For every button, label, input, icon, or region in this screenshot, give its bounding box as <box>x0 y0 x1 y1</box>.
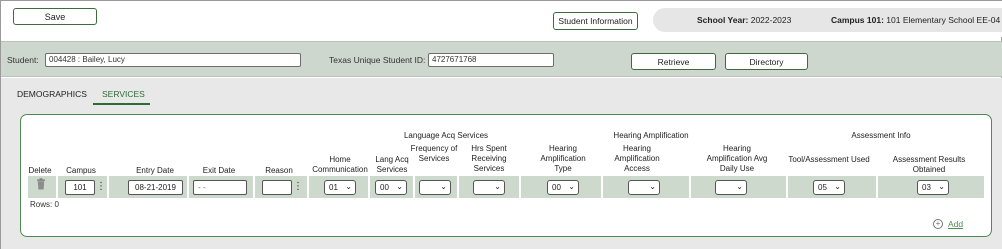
add-label: Add <box>948 219 964 229</box>
chevron-down-icon: ⌄ <box>834 182 841 191</box>
campus-value: 101 Elementary School EE-04 <box>886 15 1001 25</box>
entry-date-input[interactable]: 08-21-2019 <box>128 180 183 195</box>
amplification-type-select[interactable]: 00 ⌄ <box>547 180 579 195</box>
cell-separator <box>786 176 788 198</box>
col-entry-date: Entry Date <box>136 166 174 175</box>
assessment-results-value: 03 <box>922 183 931 192</box>
campus-input[interactable]: 101 <box>65 180 95 195</box>
reason-kebab-menu-icon[interactable]: ⋮ <box>293 181 303 193</box>
campus-kebab-menu-icon[interactable]: ⋮ <box>96 181 106 193</box>
assessment-results-select[interactable]: 03 ⌄ <box>917 180 949 195</box>
student-bar: Student: 004428 : Bailey, Lucy Texas Uni… <box>1 41 1002 77</box>
retrieve-button[interactable]: Retrieve <box>631 53 716 70</box>
app-frame: Save Student Information School Year: 20… <box>0 0 1002 249</box>
amplification-daily-use-select[interactable]: ⌄ <box>715 180 747 195</box>
col-home-communication: Home Communication <box>312 155 368 174</box>
amplification-access-select[interactable]: ⌄ <box>628 180 660 195</box>
cell-separator <box>368 176 370 198</box>
tsid-field[interactable]: 4727671768 <box>428 53 554 67</box>
home-communication-value: 01 <box>329 183 338 192</box>
cell-separator <box>413 176 415 198</box>
school-year-label: School Year: <box>697 15 749 25</box>
cell-separator <box>107 176 109 198</box>
chevron-down-icon: ⌄ <box>736 182 743 191</box>
group-language-acq: Language Acq Services <box>403 131 489 140</box>
directory-button[interactable]: Directory <box>725 53 808 70</box>
home-communication-select[interactable]: 01 ⌄ <box>324 180 356 195</box>
chevron-down-icon: ⌄ <box>494 182 501 191</box>
cell-separator <box>187 176 189 198</box>
cell-separator <box>519 176 521 198</box>
frequency-select[interactable]: ⌄ <box>419 180 451 195</box>
top-bar: Save Student Information School Year: 20… <box>1 1 1002 37</box>
chevron-down-icon: ⌄ <box>396 182 403 191</box>
cell-separator <box>689 176 691 198</box>
student-information-button[interactable]: Student Information <box>553 12 638 30</box>
group-hearing-amplification: Hearing Amplification <box>613 131 689 140</box>
tool-assessment-value: 05 <box>818 183 827 192</box>
campus-label: Campus 101: <box>831 15 884 25</box>
chevron-down-icon: ⌄ <box>345 182 352 191</box>
tool-assessment-select[interactable]: 05 ⌄ <box>813 180 845 195</box>
trash-icon[interactable] <box>36 178 46 190</box>
col-reason: Reason <box>265 166 293 175</box>
lang-acq-services-value: 00 <box>380 183 389 192</box>
col-exit-date: Exit Date <box>202 166 236 175</box>
student-field[interactable]: 004428 : Bailey, Lucy <box>45 53 301 67</box>
col-tool-assessment: Tool/Assessment Used <box>788 155 870 164</box>
chevron-down-icon: ⌄ <box>440 182 447 191</box>
save-button[interactable]: Save <box>13 8 97 25</box>
col-campus: Campus <box>66 166 96 175</box>
student-label: Student: <box>7 55 39 65</box>
rows-count: Rows: 0 <box>30 200 59 209</box>
chevron-down-icon: ⌄ <box>649 182 656 191</box>
col-lang-acq-services: Lang Acq Services <box>375 155 409 174</box>
cell-separator <box>457 176 459 198</box>
amplification-type-value: 00 <box>552 183 561 192</box>
exit-date-input[interactable]: - - <box>193 180 247 195</box>
add-button[interactable]: + Add <box>933 219 963 229</box>
col-amp-access: Hearing Amplification Access <box>614 144 660 173</box>
school-year-value: 2022-2023 <box>750 15 792 25</box>
tab-services[interactable]: SERVICES <box>102 89 145 99</box>
plus-circle-icon: + <box>933 219 943 229</box>
group-assessment-info: Assessment Info <box>851 131 911 140</box>
tsid-label: Texas Unique Student ID: <box>329 55 426 65</box>
col-delete: Delete <box>28 166 52 175</box>
campus-info: Campus 101: 101 Elementary School EE-04 <box>831 15 1000 25</box>
tab-demographics[interactable]: DEMOGRAPHICS <box>17 89 87 99</box>
col-frequency: Frequency of Services <box>410 144 458 163</box>
school-year: School Year: 2022-2023 <box>697 15 791 25</box>
lang-acq-services-select[interactable]: 00 ⌄ <box>375 180 407 195</box>
cell-separator <box>601 176 603 198</box>
school-info-pill: School Year: 2022-2023 Campus 101: 101 E… <box>653 8 1002 32</box>
col-assessment-results: Assessment Results Obtained <box>892 155 966 174</box>
active-tab-underline <box>93 103 150 105</box>
chevron-down-icon: ⌄ <box>568 182 575 191</box>
hrs-spent-select[interactable]: ⌄ <box>473 180 505 195</box>
cell-separator <box>253 176 255 198</box>
col-hrs-spent: Hrs Spent Receiving Services <box>471 144 507 173</box>
cell-separator <box>56 176 58 198</box>
col-amp-daily-use: Hearing Amplification Avg Daily Use <box>706 144 768 173</box>
reason-input[interactable] <box>262 180 292 195</box>
cell-separator <box>307 176 309 198</box>
chevron-down-icon: ⌄ <box>938 182 945 191</box>
col-amp-type: Hearing Amplification Type <box>540 144 586 173</box>
cell-separator <box>876 176 878 198</box>
